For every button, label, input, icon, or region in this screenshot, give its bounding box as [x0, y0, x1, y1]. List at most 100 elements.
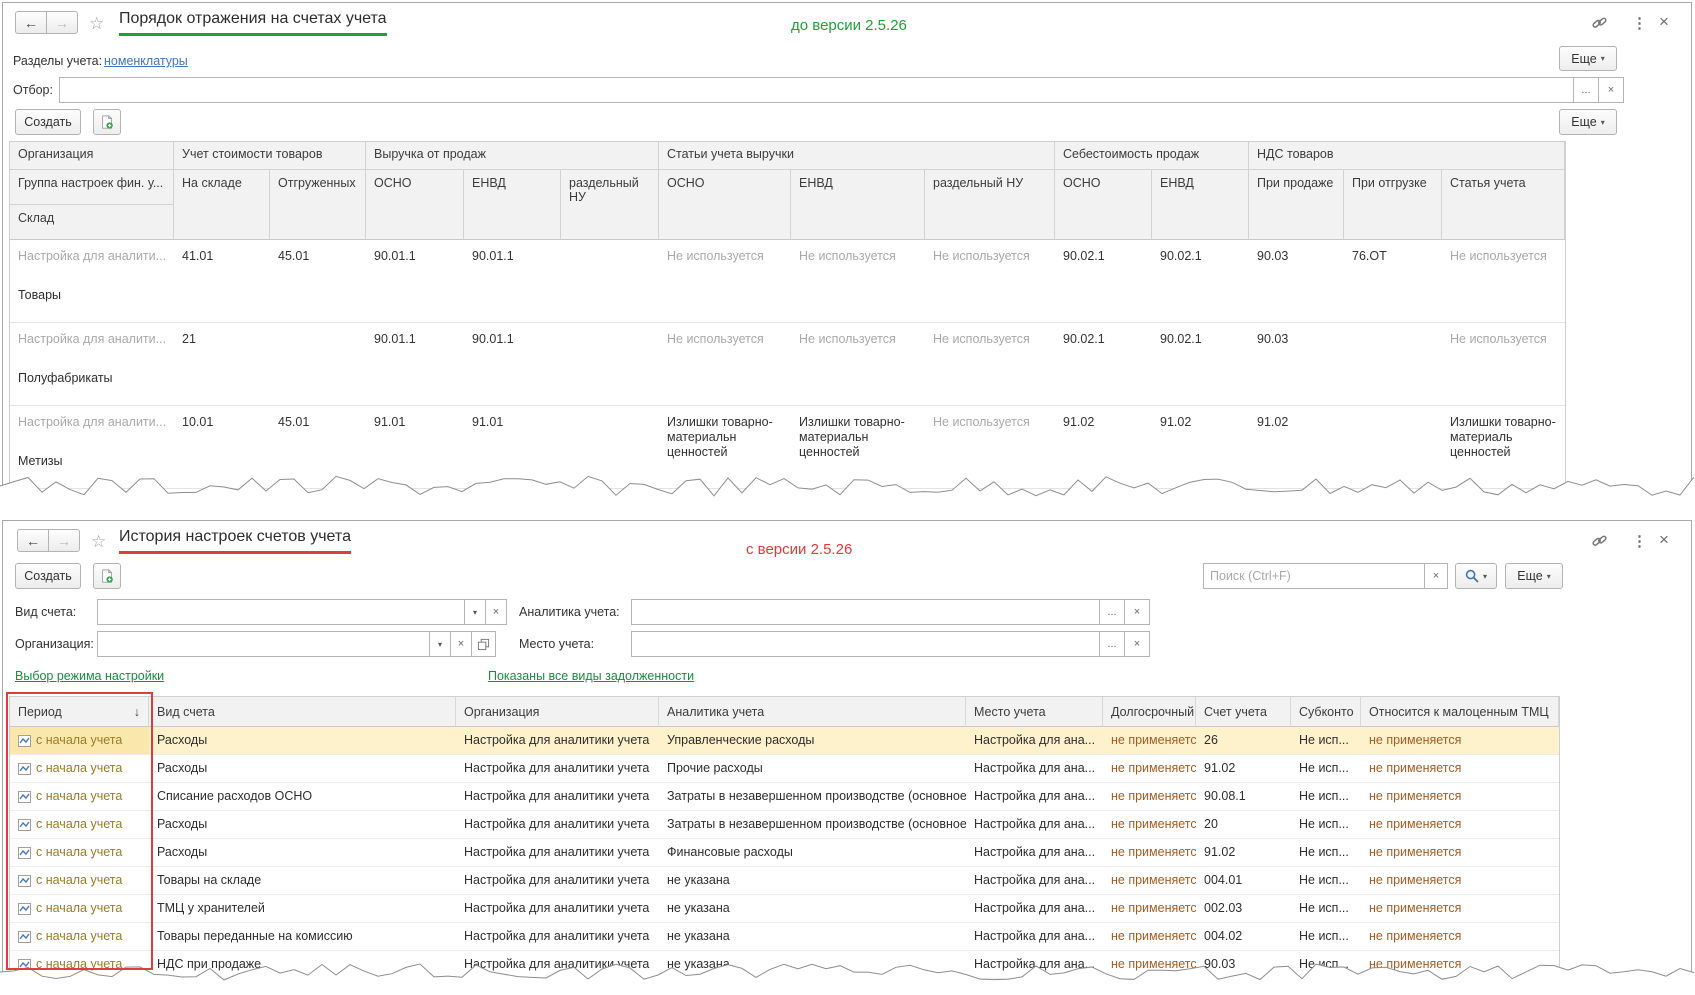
table-cell: Товары переданные на комиссию — [149, 923, 456, 950]
get-link-icon[interactable] — [1591, 533, 1608, 552]
page-title: Порядок отражения на счетах учета — [119, 10, 387, 36]
table-cell: 91.01 — [366, 406, 464, 488]
table-row[interactable]: с начала учетаТовары на складеНастройка … — [10, 867, 1559, 895]
search-button[interactable]: ▾ — [1455, 563, 1497, 589]
account-type-clear-icon[interactable]: × — [485, 599, 507, 625]
column-group-header[interactable]: Выручка от продаж — [366, 142, 659, 170]
filter-clear-icon[interactable]: × — [1598, 77, 1624, 103]
column-header[interactable]: Аналитика учета — [659, 697, 966, 727]
place-label: Место учета: — [519, 637, 594, 651]
favorite-star-icon[interactable]: ☆ — [91, 532, 106, 552]
table-row[interactable]: с начала учетаРасходыНастройка для анали… — [10, 727, 1559, 755]
table-row[interactable]: с начала учетаСписание расходов ОСНОНаст… — [10, 783, 1559, 811]
table-row[interactable]: с начала учетаРасходыНастройка для анали… — [10, 755, 1559, 783]
analytics-choose-button[interactable]: ... — [1099, 599, 1125, 625]
table-cell: ТМЦ у хранителей — [149, 895, 456, 922]
setup-mode-link[interactable]: Выбор режима настройки — [15, 669, 164, 683]
place-choose-button[interactable]: ... — [1099, 631, 1125, 657]
filter-choose-button[interactable]: ... — [1573, 77, 1599, 103]
column-header[interactable]: На складе — [174, 170, 270, 240]
column-header[interactable]: ОСНО — [366, 170, 464, 240]
filter-input[interactable] — [59, 77, 1574, 103]
analytics-clear-icon[interactable]: × — [1124, 599, 1150, 625]
column-header[interactable]: Вид счета — [149, 697, 456, 727]
column-header[interactable]: ОСНО — [659, 170, 791, 240]
organization-select[interactable] — [97, 631, 430, 657]
close-window-icon[interactable]: × — [1659, 12, 1669, 32]
column-header[interactable]: Долгосрочный — [1103, 697, 1196, 727]
column-header[interactable]: Место учета — [966, 697, 1103, 727]
table-row[interactable]: с начала учетаРасходыНастройка для анали… — [10, 811, 1559, 839]
back-button[interactable]: ← — [15, 11, 47, 34]
column-header[interactable]: ОСНО — [1055, 170, 1152, 240]
create-button[interactable]: Создать — [15, 563, 81, 589]
table-row[interactable]: Настройка для аналити...Полуфабрикаты219… — [10, 323, 1565, 406]
create-button[interactable]: Создать — [15, 109, 81, 135]
column-group-header[interactable]: Учет стоимости товаров — [174, 142, 366, 170]
organization-open-icon[interactable] — [471, 631, 496, 657]
column-group-header[interactable]: Организация — [10, 142, 174, 170]
column-header-label: Аналитика учета — [667, 697, 764, 726]
table-cell: не указана — [659, 951, 966, 978]
more-button[interactable]: Еще▾ — [1559, 109, 1617, 135]
column-header[interactable]: При отгрузке — [1344, 170, 1442, 240]
column-group-header[interactable]: Себестоимость продаж — [1055, 142, 1249, 170]
column-header-warehouse[interactable]: Склад — [10, 205, 173, 239]
table-row[interactable]: Настройка для аналити...Метизы10.0145.01… — [10, 406, 1565, 489]
period-label: с начала учета — [36, 811, 122, 838]
column-header[interactable]: При продаже — [1249, 170, 1344, 240]
create-new-document-button[interactable] — [93, 563, 121, 589]
column-header-settings-group[interactable]: Группа настроек фин. у... — [10, 170, 173, 205]
more-menu-dots-icon[interactable]: ⋮ — [1632, 14, 1647, 32]
table-cell: 91.02 — [1196, 755, 1291, 782]
column-header[interactable]: раздельный НУ — [561, 170, 659, 240]
table-row[interactable]: Настройка для аналити...Товары41.0145.01… — [10, 240, 1565, 323]
column-header[interactable]: Организация — [456, 697, 659, 727]
forward-button[interactable]: → — [48, 529, 80, 552]
back-button[interactable]: ← — [17, 529, 49, 552]
column-header[interactable]: Субконто — [1291, 697, 1361, 727]
table-header-group-row: ОрганизацияУчет стоимости товаровВыручка… — [10, 142, 1565, 170]
column-header[interactable]: ЕНВД — [464, 170, 561, 240]
column-header[interactable]: ЕНВД — [1152, 170, 1249, 240]
column-header[interactable]: Относится к малоценным ТМЦ — [1361, 697, 1559, 727]
place-input[interactable] — [631, 631, 1100, 657]
forward-button[interactable]: → — [46, 11, 78, 34]
table-cell: Списание расходов ОСНО — [149, 783, 456, 810]
table-row[interactable]: с начала учетаТовары переданные на комис… — [10, 923, 1559, 951]
table-row[interactable]: с начала учетаРасходыНастройка для анали… — [10, 839, 1559, 867]
debt-types-link[interactable]: Показаны все виды задолженности — [488, 669, 694, 683]
table-cell: не применяется — [1361, 783, 1559, 810]
account-type-dropdown-icon[interactable]: ▾ — [464, 599, 486, 625]
search-input[interactable] — [1203, 563, 1425, 589]
column-header[interactable]: Отгруженных — [270, 170, 366, 240]
close-window-icon[interactable]: × — [1659, 530, 1669, 550]
account-type-select[interactable] — [97, 599, 465, 625]
column-header[interactable]: раздельный НУ — [925, 170, 1055, 240]
column-group-header[interactable]: НДС товаров — [1249, 142, 1565, 170]
organization-dropdown-icon[interactable]: ▾ — [429, 631, 451, 657]
get-link-icon[interactable] — [1591, 15, 1608, 34]
table-row[interactable]: с начала учетаНДС при продажеНастройка д… — [10, 951, 1559, 979]
create-new-document-button[interactable] — [93, 109, 121, 135]
table-cell: не применяется — [1103, 923, 1196, 950]
more-button[interactable]: Еще▾ — [1505, 563, 1563, 589]
table-cell: Не исп... — [1291, 951, 1361, 978]
organization-clear-icon[interactable]: × — [450, 631, 472, 657]
table-row[interactable]: с начала учетаТМЦ у хранителейНастройка … — [10, 895, 1559, 923]
more-button[interactable]: Еще▾ — [1559, 46, 1617, 71]
favorite-star-icon[interactable]: ☆ — [89, 14, 104, 34]
place-clear-icon[interactable]: × — [1124, 631, 1150, 657]
column-header[interactable]: Статья учета — [1442, 170, 1565, 240]
column-header[interactable]: Счет учета — [1196, 697, 1291, 727]
column-header[interactable]: Период↓ — [10, 697, 149, 727]
analytics-input[interactable] — [631, 599, 1100, 625]
sections-nomenclature-link[interactable]: номенклатуры — [104, 54, 188, 68]
chevron-down-icon: ▾ — [1601, 118, 1605, 127]
window-account-settings-history: ← → ☆ История настроек счетов учета с ве… — [2, 520, 1692, 995]
more-menu-dots-icon[interactable]: ⋮ — [1632, 532, 1647, 550]
search-clear-icon[interactable]: × — [1424, 563, 1448, 589]
column-header-organization[interactable]: Группа настроек фин. у...Склад — [10, 170, 174, 240]
column-header[interactable]: ЕНВД — [791, 170, 925, 240]
column-group-header[interactable]: Статьи учета выручки — [659, 142, 1055, 170]
